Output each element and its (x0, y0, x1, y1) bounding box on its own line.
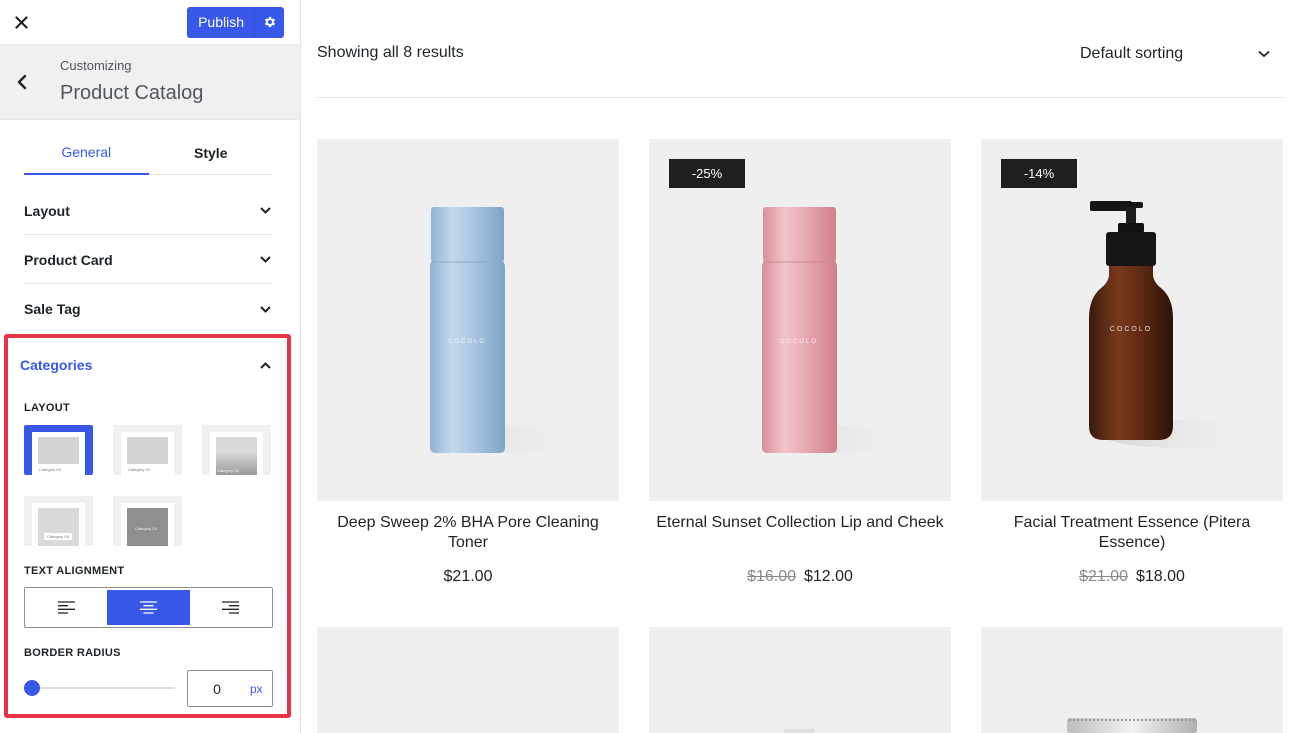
breadcrumb-text: Customizing Product Catalog (44, 57, 203, 107)
layout-preview-card: Category 03 (210, 432, 263, 475)
category-layout-option-3[interactable]: Category 03 (202, 425, 271, 475)
align-center-icon (139, 601, 157, 614)
text-alignment-label: TEXT ALIGNMENT (24, 565, 125, 577)
product-name[interactable]: Deep Sweep 2% BHA Pore Cleaning Toner (317, 513, 619, 553)
chevron-down-icon (259, 205, 271, 217)
sorting-label: Default sorting (1080, 45, 1184, 62)
tab-style[interactable]: Style (149, 131, 274, 174)
section-product-card-label: Product Card (24, 251, 113, 268)
bottle-brand-text: COCOLO (448, 339, 486, 345)
section-layout-label: Layout (24, 202, 70, 219)
layout-preview-caption: Category 03 (135, 526, 157, 531)
category-layout-option-1[interactable]: Category 03 (24, 425, 93, 475)
product-image[interactable] (981, 627, 1283, 733)
customizer-sidebar: Publish Customizing Product Catalog Gene… (0, 0, 301, 733)
customizer-topbar: Publish (0, 0, 300, 44)
layout-preview-card: Category 03 (32, 503, 85, 546)
customizer-breadcrumb: Customizing Product Catalog (0, 44, 300, 120)
publish-settings-button[interactable] (254, 6, 284, 38)
layout-preview-image (38, 437, 79, 464)
section-sale-tag[interactable]: Sale Tag (24, 285, 273, 333)
product-price: $16.00 $12.00 (649, 568, 951, 586)
current-price: $21.00 (443, 568, 493, 585)
panel-tabs: General Style (24, 131, 273, 175)
gear-icon (264, 16, 275, 28)
old-price: $21.00 (1079, 568, 1128, 585)
divider (317, 97, 1284, 98)
product-bottle-image: COCOLO (430, 207, 582, 453)
section-categories-label: Categories (20, 357, 93, 373)
product-bottle-image: COCOLO (1089, 201, 1261, 448)
border-radius-label: BORDER RADIUS (24, 647, 121, 659)
align-right-button[interactable] (190, 588, 272, 627)
section-layout[interactable]: Layout (24, 187, 273, 235)
section-product-card[interactable]: Product Card (24, 236, 273, 284)
results-count: Showing all 8 results (317, 44, 464, 61)
current-price: $18.00 (1136, 568, 1185, 585)
text-alignment-control (24, 587, 273, 628)
close-icon (14, 15, 28, 29)
layout-preview-caption: Category 03 (128, 467, 150, 472)
product-bottle-image: COCOLO (762, 207, 914, 453)
chevron-left-icon (17, 74, 27, 90)
back-button[interactable] (0, 44, 44, 120)
border-radius-unit[interactable]: px (250, 682, 263, 696)
category-layout-option-5[interactable]: Category 03 (113, 496, 182, 546)
border-radius-slider-thumb[interactable] (24, 680, 40, 696)
border-radius-input[interactable] (188, 680, 246, 697)
tab-general[interactable]: General (24, 131, 149, 175)
bottle-brand-text: COCOLO (780, 339, 818, 345)
align-left-button[interactable] (25, 588, 107, 627)
align-center-button[interactable] (107, 590, 190, 625)
jar-lid-image (1067, 718, 1197, 733)
store-preview: Showing all 8 results Default sorting CO… (301, 0, 1300, 733)
layout-preview-card: Category 03 (121, 503, 174, 546)
product-price: $21.00 (317, 568, 619, 586)
sorting-select[interactable]: Default sorting (1080, 44, 1270, 64)
bottle-brand-text: COCOLO (1110, 326, 1152, 333)
section-categories[interactable]: Categories (20, 357, 273, 373)
chevron-down-icon (259, 303, 271, 315)
chevron-down-icon (1258, 50, 1270, 58)
layout-preview-card: Category 03 (32, 432, 85, 475)
product-image[interactable]: COCOLO -14% (981, 139, 1283, 501)
old-price: $16.00 (747, 568, 796, 585)
product-price: $21.00 $18.00 (981, 568, 1283, 586)
layout-preview-image (127, 437, 168, 464)
category-layout-option-4[interactable]: Category 03 (24, 496, 93, 546)
product-image[interactable] (317, 627, 619, 733)
publish-group: Publish (187, 6, 284, 38)
chevron-up-icon (259, 359, 271, 371)
product-name[interactable]: Facial Treatment Essence (Pitera Essence… (981, 513, 1283, 553)
product-image[interactable] (649, 627, 951, 733)
product-image-detail (784, 729, 814, 733)
publish-button[interactable]: Publish (187, 6, 254, 38)
border-radius-slider-track[interactable] (32, 687, 175, 689)
layout-preview-card: Category 03 (121, 432, 174, 475)
chevron-down-icon (259, 254, 271, 266)
product-image[interactable]: COCOLO (317, 139, 619, 501)
product-image[interactable]: COCOLO -25% (649, 139, 951, 501)
current-price: $12.00 (804, 568, 853, 585)
section-sale-tag-label: Sale Tag (24, 301, 81, 317)
sale-badge: -25% (669, 159, 745, 188)
close-customizer-button[interactable] (12, 13, 30, 31)
border-radius-field: px (187, 670, 273, 707)
layout-preview-caption: Category 03 (217, 468, 239, 473)
layout-preview-caption: Category 03 (39, 467, 61, 472)
layout-label: LAYOUT (24, 402, 71, 414)
customizing-label: Customizing (60, 58, 132, 73)
category-layout-option-2[interactable]: Category 03 (113, 425, 182, 475)
sale-badge: -14% (1001, 159, 1077, 188)
layout-preview-image (38, 508, 79, 546)
panel-title: Product Catalog (60, 82, 204, 104)
layout-preview-caption: Category 03 (44, 533, 72, 540)
align-left-icon (57, 601, 75, 614)
product-name[interactable]: Eternal Sunset Collection Lip and Cheek (649, 513, 951, 533)
align-right-icon (222, 601, 240, 614)
